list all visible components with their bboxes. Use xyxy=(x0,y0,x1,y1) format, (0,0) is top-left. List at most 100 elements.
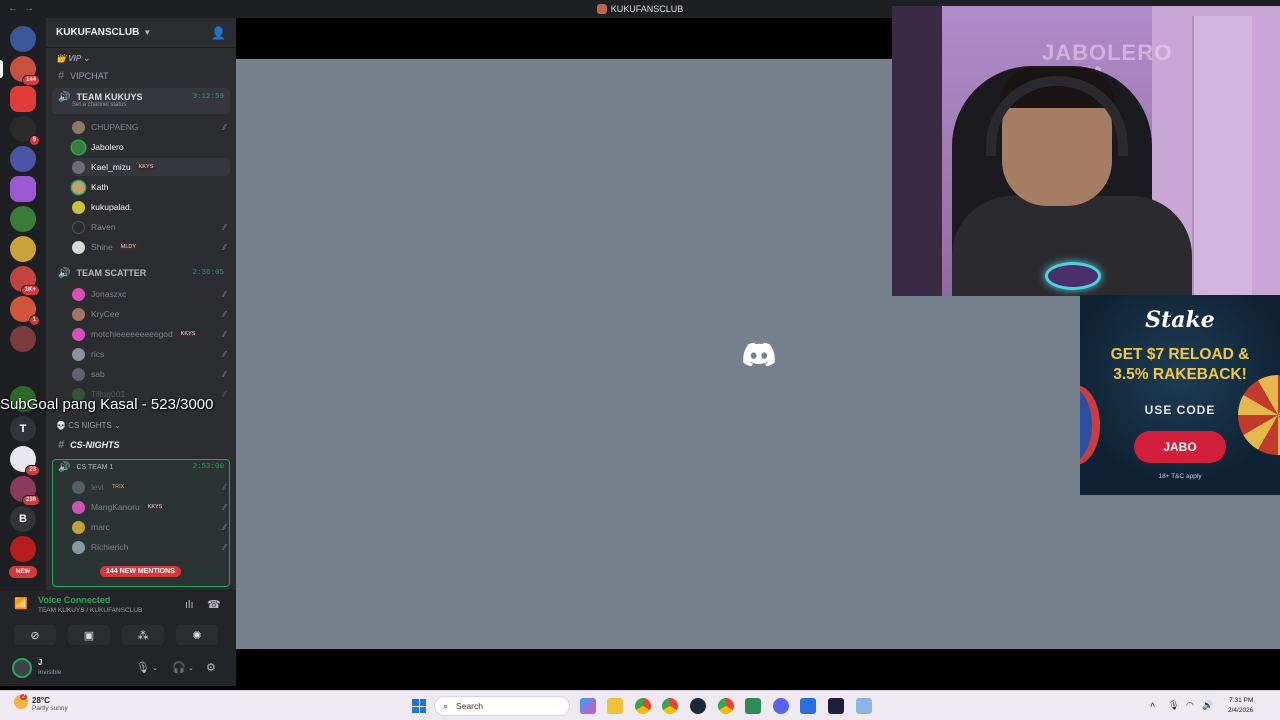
volume-icon[interactable]: 🔊 xyxy=(1202,700,1213,711)
server-icon-t[interactable]: T xyxy=(10,416,36,442)
channel-vipchat[interactable]: # VIPCHAT xyxy=(54,67,230,85)
disconnect-icon[interactable]: ☎ xyxy=(207,598,221,611)
voice-member[interactable]: Shine MLDY ⁄⁄ xyxy=(72,238,230,256)
chrome-icon[interactable] xyxy=(718,698,734,714)
snipping-tool-icon[interactable] xyxy=(856,698,872,714)
signal-icon[interactable]: 📶 xyxy=(14,597,28,610)
server-icon-10[interactable]: 1 xyxy=(10,296,40,326)
wifi-icon[interactable]: ◠ xyxy=(1186,700,1194,711)
hash-icon: # xyxy=(58,70,65,82)
server-icon-11[interactable] xyxy=(10,326,36,352)
screen-share-button[interactable]: ▣ xyxy=(68,625,110,645)
voice-member[interactable]: KryCee ⁄⁄ xyxy=(72,305,230,323)
app-icon[interactable] xyxy=(745,698,761,714)
sponsor-ad: Stake GET $7 RELOAD & 3.5% RAKEBACK! USE … xyxy=(1080,295,1280,495)
category-cs-nights[interactable]: 💀 CS NIGHTS ⌄ xyxy=(56,421,121,430)
voice-timer: 2:36:05 xyxy=(192,269,224,277)
mic-muted-icon: ⁄⁄ xyxy=(223,122,226,132)
voice-channel-team-kukuys[interactable]: 🔊 TEAM KUKUYS 3:12:59 Set a channel status xyxy=(52,88,230,114)
mic-muted-icon: ⁄⁄ xyxy=(223,242,226,252)
file-explorer-icon[interactable] xyxy=(607,698,623,714)
channel-status[interactable]: Set a channel status xyxy=(52,102,230,108)
activities-button[interactable]: ⁂ xyxy=(122,625,164,645)
unread-badge: 144 xyxy=(21,75,40,86)
voice-member[interactable]: sab ⁄⁄ xyxy=(72,365,230,383)
ad-headline-line2: 3.5% RAKEBACK! xyxy=(1113,366,1247,383)
headphones-icon[interactable]: 🎧 xyxy=(172,661,186,674)
server-header[interactable]: KUKUFANSCLUB ▼ 👤 xyxy=(46,18,236,48)
voice-connected-title[interactable]: Voice Connected xyxy=(38,595,110,605)
chrome-icon[interactable] xyxy=(662,698,678,714)
server-icon-1[interactable] xyxy=(10,26,36,52)
server-icon-15[interactable] xyxy=(10,536,36,562)
voice-connected-panel: 📶 Voice Connected TEAM KUKUYS / KUKUFANS… xyxy=(0,590,236,650)
notepad-icon[interactable] xyxy=(800,698,816,714)
avatar xyxy=(72,180,85,194)
camera-off-button[interactable]: ⊘ xyxy=(14,625,56,645)
start-button[interactable] xyxy=(412,699,426,713)
chevron-down-icon[interactable]: ⌄ xyxy=(152,664,158,672)
clock-time: 7:31 PM xyxy=(1229,697,1254,704)
activities-icon: ⁂ xyxy=(137,629,149,642)
steam-icon[interactable] xyxy=(690,698,706,714)
chevron-up-icon[interactable]: ˄ xyxy=(1150,700,1155,710)
unread-badge: 1K+ xyxy=(20,285,40,296)
taskbar-clock[interactable]: 7:31 PM 2/4/2026 xyxy=(1228,696,1253,716)
voice-connected-channel[interactable]: TEAM KUKUYS / KUKUFANSCLUB xyxy=(38,607,142,614)
voice-member[interactable]: kukupalad. xyxy=(72,198,230,216)
voice-member[interactable]: Jabolero xyxy=(72,138,230,156)
server-icon-kukufansclub[interactable]: 144 xyxy=(10,56,40,86)
weather-temp: 28°C xyxy=(32,696,50,705)
discord-icon[interactable] xyxy=(773,698,789,714)
voice-member[interactable]: CHUPAENG ⁄⁄ xyxy=(72,118,230,136)
webcam-overlay: JABOLERODOTA xyxy=(892,6,1280,296)
chrome-icon[interactable] xyxy=(635,698,651,714)
member-name: Jonaszxc xyxy=(91,289,127,299)
server-icon-6[interactable] xyxy=(10,176,36,202)
chevron-down-icon: ▼ xyxy=(143,28,152,37)
voice-member[interactable]: rics ⁄⁄ xyxy=(72,345,230,363)
voice-member[interactable]: Jonaszxc ⁄⁄ xyxy=(72,285,230,303)
microphone-icon[interactable]: 🎙 xyxy=(1168,700,1179,711)
back-forward-icon[interactable]: ←→ xyxy=(8,3,40,14)
server-icon-7[interactable] xyxy=(10,206,36,232)
avatar xyxy=(72,200,85,214)
voice-member[interactable]: motchieeeeeeeeegod KKYS ⁄⁄ xyxy=(72,325,230,343)
microphone-icon[interactable]: 🎙 xyxy=(136,661,150,674)
channel-cs-nights[interactable]: # CS-NIGHTS xyxy=(54,436,230,454)
add-member-icon[interactable]: 👤 xyxy=(211,26,226,40)
server-icon-9[interactable]: 1K+ xyxy=(10,266,40,296)
server-icon-b[interactable]: B xyxy=(10,506,36,532)
server-icon-4[interactable]: 5 xyxy=(10,116,40,146)
avatar xyxy=(72,287,85,301)
weather-widget[interactable]: 28°C Partly sunny xyxy=(32,696,68,712)
copilot-icon[interactable] xyxy=(580,698,596,714)
avatar xyxy=(72,347,85,361)
vscode-icon[interactable] xyxy=(828,698,844,714)
soundboard-button[interactable]: ✺ xyxy=(176,625,218,645)
new-servers-pill[interactable]: NEW xyxy=(9,566,37,578)
server-icon-13[interactable]: 23 xyxy=(10,446,40,476)
server-icon-5[interactable] xyxy=(10,146,36,172)
voice-channel-team-scatter[interactable]: 🔊 TEAM SCATTER 2:36:05 xyxy=(52,264,230,282)
ad-headline-line1: GET $7 RELOAD & xyxy=(1110,346,1250,363)
category-vip[interactable]: 👑 VIP ⌄ xyxy=(56,54,90,63)
voice-member[interactable]: Kael_mizu KKYS xyxy=(72,158,230,176)
ad-brand: Stake xyxy=(1145,307,1215,333)
server-icon-8[interactable] xyxy=(10,236,36,262)
avatar[interactable] xyxy=(12,658,32,678)
ad-code-label: USE CODE xyxy=(1144,403,1216,417)
new-mentions-button[interactable]: 144 NEW MENTIONS xyxy=(100,566,181,577)
username[interactable]: J xyxy=(38,658,42,667)
voice-member[interactable]: Raven ⁄⁄ xyxy=(72,218,230,236)
chevron-down-icon[interactable]: ⌄ xyxy=(188,664,194,672)
server-icon-14[interactable]: 236 xyxy=(10,476,40,506)
server-icon-3[interactable] xyxy=(10,86,36,112)
taskbar-search[interactable]: ⌕ Search xyxy=(434,696,570,716)
voice-member[interactable]: Kath xyxy=(72,178,230,196)
member-name: Kael_mizu xyxy=(91,162,131,172)
noise-suppression-icon[interactable]: ılı xyxy=(185,599,194,611)
gear-icon[interactable]: ⚙ xyxy=(206,661,216,674)
unread-badge: 1 xyxy=(28,315,40,326)
mic-muted-icon: ⁄⁄ xyxy=(223,329,226,339)
